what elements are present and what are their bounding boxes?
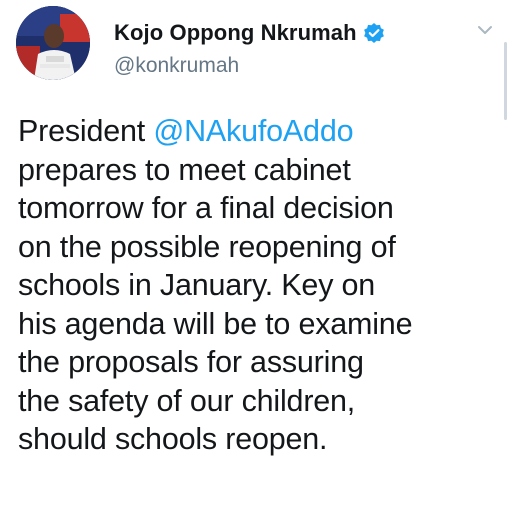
tweet-text: President @NAkufoAddo prepares to meet c…	[18, 112, 500, 459]
profile-photo	[16, 6, 90, 80]
tweet-card: Kojo Oppong Nkrumah @konkrumah President…	[0, 0, 510, 513]
tweet-line: prepares to meet cabinet	[18, 152, 351, 187]
chevron-down-icon[interactable]	[474, 22, 496, 38]
tweet-text-segment: President	[18, 114, 154, 148]
tweet-line: his agenda will be to examine	[18, 306, 413, 341]
tweet-line: tomorrow for a final decision	[18, 191, 394, 225]
scrollbar[interactable]	[504, 42, 507, 120]
handle[interactable]: @konkrumah	[114, 54, 239, 78]
tweet-line: should schools reopen.	[18, 422, 328, 456]
author-name-row: Kojo Oppong Nkrumah	[114, 18, 385, 48]
display-name[interactable]: Kojo Oppong Nkrumah	[114, 20, 357, 46]
avatar[interactable]	[16, 6, 90, 80]
mention-link[interactable]: @NAkufoAddo	[153, 114, 353, 148]
tweet-line: on the possible reopening of	[18, 229, 396, 264]
tweet-line: the safety of our children,	[18, 383, 356, 418]
tweet-line: President @NAkufoAddo	[18, 112, 500, 151]
tweet-line: schools in January. Key on	[18, 268, 376, 302]
verified-badge-icon	[363, 22, 385, 44]
tweet-line: the proposals for assuring	[18, 345, 364, 379]
